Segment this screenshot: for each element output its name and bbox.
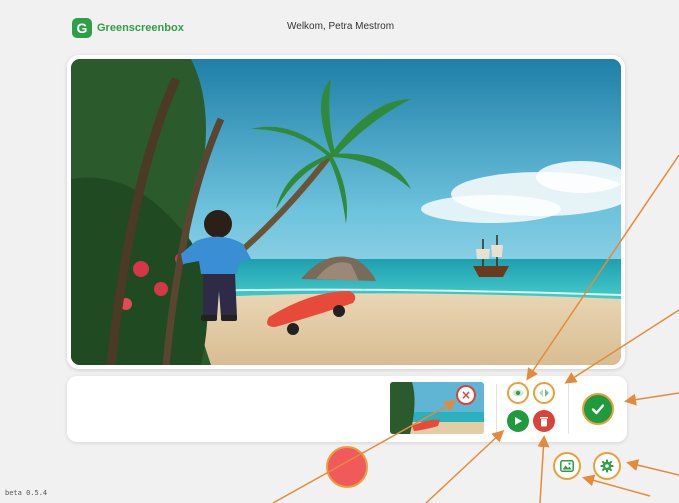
logo-text: Greenscreenbox	[97, 22, 184, 34]
remove-clip-button[interactable]: ×	[456, 385, 476, 405]
clip-panel: ×	[67, 376, 627, 442]
welcome-text: Welkom, Petra Mestrom	[287, 21, 395, 32]
arrow-to-background	[582, 474, 651, 497]
toggle-visibility-button[interactable]	[507, 382, 529, 404]
check-icon	[591, 404, 605, 415]
image-icon	[560, 460, 574, 472]
panel-divider	[568, 384, 569, 434]
logo[interactable]: G Greenscreenbox	[72, 18, 184, 38]
record-button[interactable]	[326, 446, 368, 488]
arrow-to-settings	[626, 459, 679, 476]
arrow-to-play	[425, 429, 505, 503]
flip-icon	[539, 389, 549, 397]
arrow-to-confirm	[624, 392, 679, 406]
trash-icon	[540, 416, 548, 426]
version-label: beta 0.5.4	[5, 489, 48, 497]
header: G Greenscreenbox Welkom, Petra Mestrom	[0, 0, 679, 52]
play-clip-button[interactable]	[507, 410, 529, 432]
eye-icon	[512, 389, 524, 397]
beach-scene	[71, 59, 621, 365]
confirm-button[interactable]	[582, 393, 614, 425]
arrow-to-delete	[537, 435, 550, 503]
stage-preview	[67, 55, 625, 369]
background-button[interactable]	[553, 452, 581, 480]
gear-icon	[600, 459, 614, 473]
settings-button[interactable]	[593, 452, 621, 480]
flip-clip-button[interactable]	[533, 382, 555, 404]
panel-divider	[496, 384, 497, 434]
logo-mark: G	[72, 18, 92, 38]
delete-clip-button[interactable]	[533, 410, 555, 432]
play-icon	[515, 417, 522, 425]
